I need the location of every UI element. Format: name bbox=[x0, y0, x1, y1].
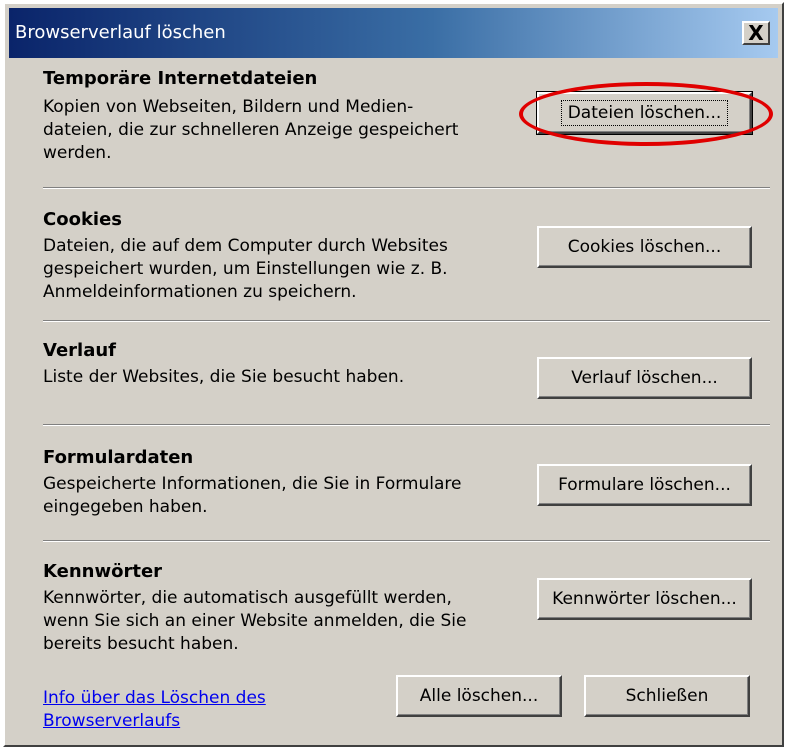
section-desc-form-data: Gespeicherte Informationen, die Sie in F… bbox=[43, 473, 518, 519]
info-link-line: Browserverlaufs bbox=[43, 711, 181, 731]
separator bbox=[43, 187, 770, 189]
close-dialog-button[interactable]: Schließen bbox=[584, 675, 750, 717]
desc-line: Liste der Websites, die Sie besucht habe… bbox=[43, 367, 405, 387]
desc-line: Kopien von Webseiten, Bildern und Medien… bbox=[43, 97, 414, 117]
section-desc-history: Liste der Websites, die Sie besucht habe… bbox=[43, 366, 518, 389]
desc-line: Gespeicherte Informationen, die Sie in F… bbox=[43, 474, 462, 494]
desc-line: eingegeben haben. bbox=[43, 497, 208, 517]
delete-passwords-button[interactable]: Kennwörter löschen... bbox=[537, 578, 752, 620]
separator bbox=[43, 540, 770, 542]
delete-all-button[interactable]: Alle löschen... bbox=[396, 675, 562, 717]
info-delete-history-link[interactable]: Info über das Löschen des Browserverlauf… bbox=[43, 687, 266, 733]
desc-line: dateien, die zur schnelleren Anzeige ges… bbox=[43, 120, 459, 140]
section-temp-files: Temporäre Internetdateien Kopien von Web… bbox=[43, 66, 773, 163]
info-link-line: Info über das Löschen des bbox=[43, 688, 266, 708]
delete-history-button[interactable]: Verlauf löschen... bbox=[537, 357, 752, 399]
section-desc-temp-files: Kopien von Webseiten, Bildern und Medien… bbox=[43, 96, 518, 165]
separator bbox=[43, 320, 770, 322]
desc-line: wenn Sie sich an einer Website anmelden,… bbox=[43, 611, 467, 631]
section-desc-passwords: Kennwörter, die automatisch ausgefüllt w… bbox=[43, 587, 518, 656]
close-window-button[interactable]: X bbox=[742, 21, 770, 45]
delete-files-button-label: Dateien löschen... bbox=[560, 100, 729, 126]
close-icon: X bbox=[748, 21, 764, 45]
delete-forms-button[interactable]: Formulare löschen... bbox=[537, 464, 752, 506]
desc-line: Anmeldeinformationen zu speichern. bbox=[43, 282, 357, 302]
delete-cookies-button[interactable]: Cookies löschen... bbox=[537, 226, 752, 268]
desc-line: gespeichert wurden, um Einstellungen wie… bbox=[43, 259, 448, 279]
title-bar[interactable]: Browserverlauf löschen X bbox=[9, 8, 778, 58]
delete-browsing-history-dialog: Browserverlauf löschen X Temporäre Inter… bbox=[3, 2, 784, 747]
window-title: Browserverlauf löschen bbox=[15, 22, 226, 43]
desc-line: werden. bbox=[43, 143, 112, 163]
section-desc-cookies: Dateien, die auf dem Computer durch Webs… bbox=[43, 235, 518, 304]
desc-line: Kennwörter, die automatisch ausgefüllt w… bbox=[43, 588, 452, 608]
desc-line: Dateien, die auf dem Computer durch Webs… bbox=[43, 236, 448, 256]
desc-line: bereits besucht haben. bbox=[43, 634, 239, 654]
delete-files-button[interactable]: Dateien löschen... bbox=[536, 91, 753, 135]
separator bbox=[43, 424, 770, 426]
section-title-temp-files: Temporäre Internetdateien bbox=[43, 68, 318, 89]
